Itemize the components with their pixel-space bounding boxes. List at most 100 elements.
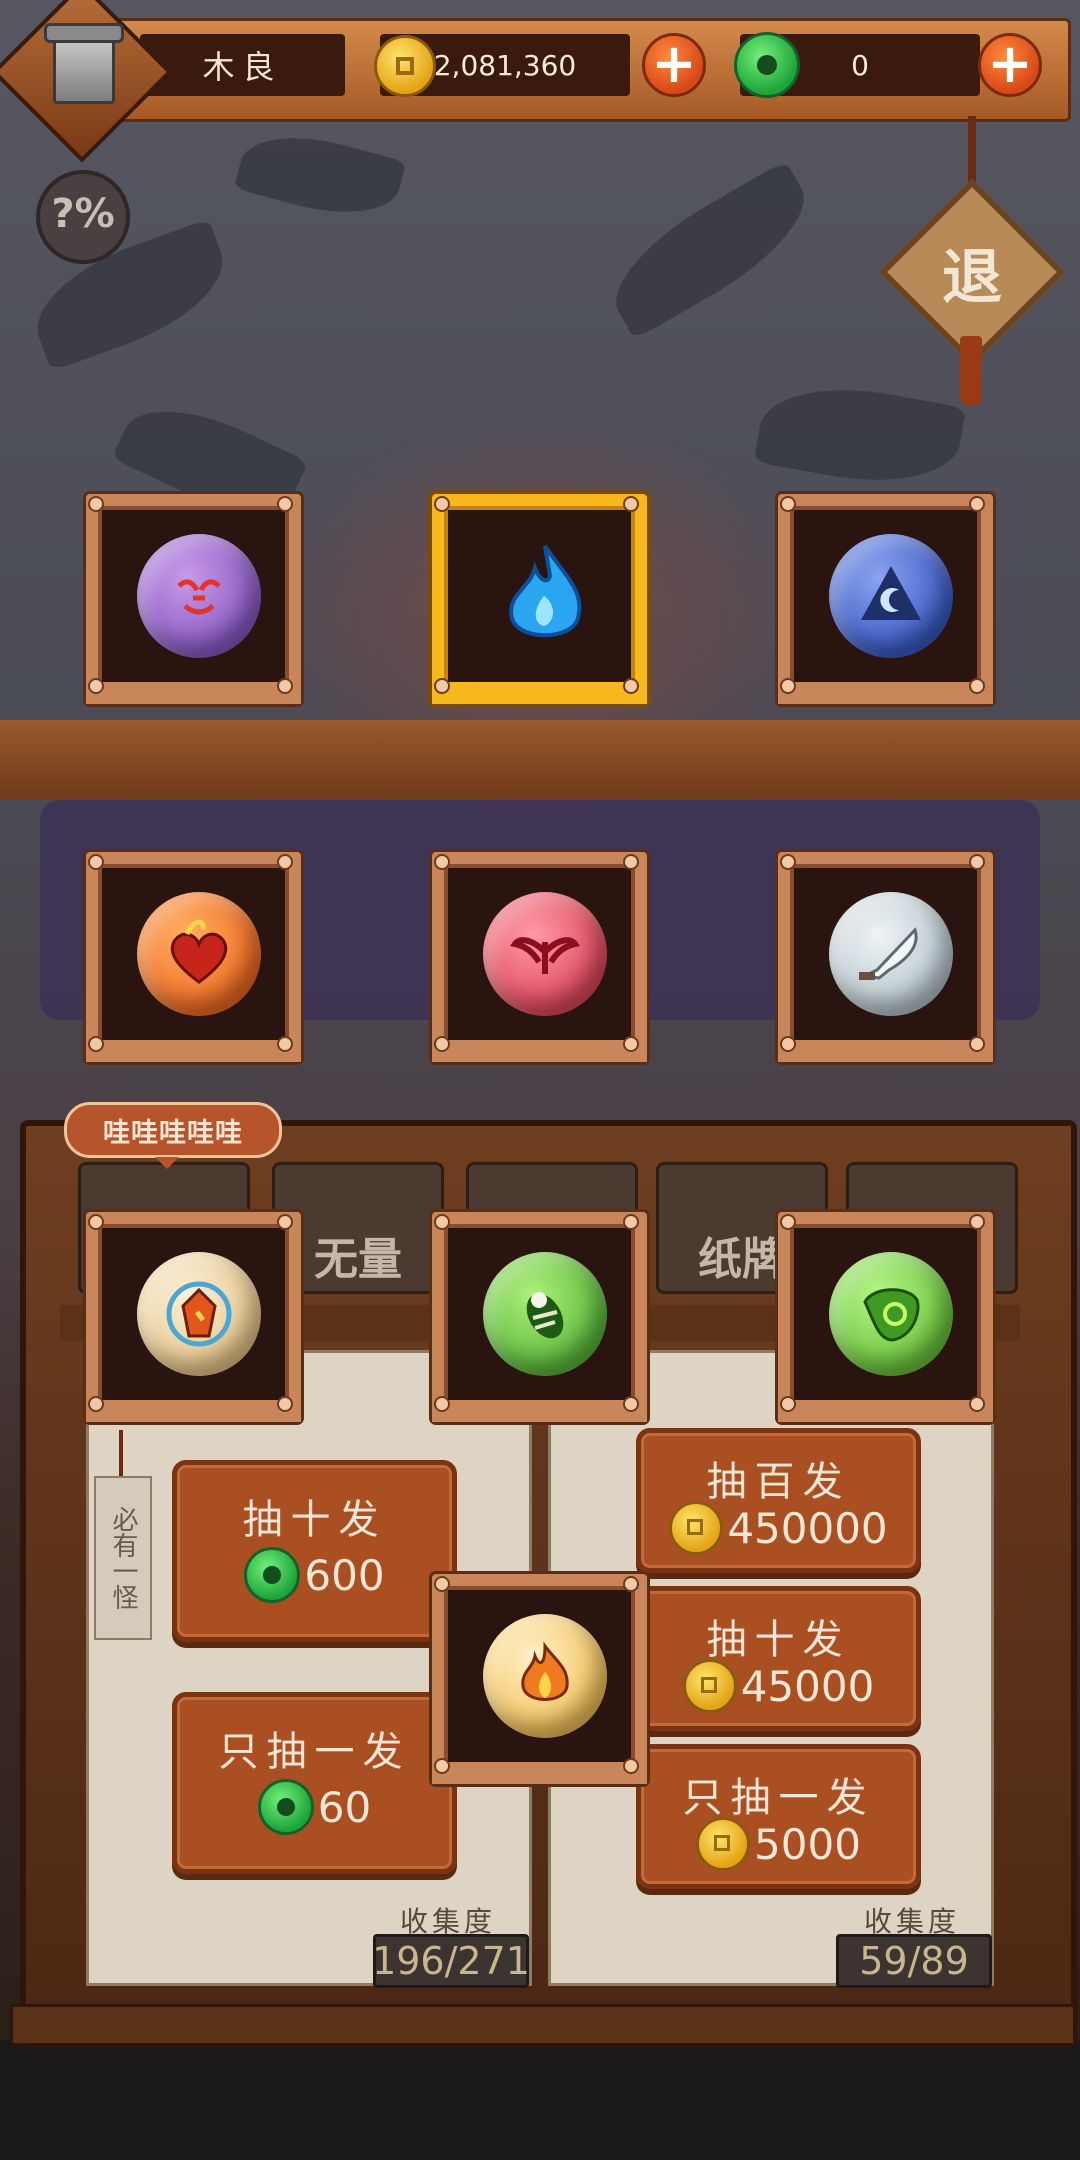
shop-counter — [0, 720, 1080, 800]
add-jade-button[interactable]: + — [978, 33, 1042, 97]
blue-moon-icon — [861, 566, 921, 620]
jade-coin-icon — [244, 1547, 301, 1603]
left-draw-one-button[interactable]: 只抽一发 60 — [172, 1692, 457, 1874]
right-collection-value: 59/89 — [836, 1934, 992, 1988]
amber-crystal-orb — [137, 1252, 261, 1376]
tag-string — [119, 1430, 123, 1480]
bolt-icon — [623, 854, 639, 870]
copper-coin-icon — [696, 1817, 751, 1871]
probability-button[interactable]: ?% — [36, 170, 130, 264]
bolt-icon — [623, 678, 639, 694]
bolt-icon — [88, 1036, 104, 1052]
slot-shelf — [778, 1400, 993, 1422]
reward-slot[interactable] — [778, 852, 993, 1062]
left-draw-one-price-row: 60 — [177, 1779, 452, 1835]
bolt-icon — [623, 1396, 639, 1412]
left-draw-ten-button[interactable]: 抽十发 600 — [172, 1460, 457, 1642]
bolt-icon — [623, 1036, 639, 1052]
amber-crystal-icon — [166, 1281, 232, 1347]
fire-heart-icon — [170, 919, 228, 984]
bolt-icon — [277, 854, 293, 870]
bolt-icon — [277, 1036, 293, 1052]
bolt-icon — [623, 1758, 639, 1774]
copper-coin-icon — [374, 35, 436, 97]
bolt-icon — [277, 1214, 293, 1230]
background-leaf — [753, 373, 967, 497]
blue-flame-icon — [509, 544, 582, 638]
green-beetle-icon — [526, 1292, 564, 1339]
right-draw-ten-price: 45000 — [740, 1661, 875, 1711]
bolt-icon — [434, 1214, 450, 1230]
bolt-icon — [434, 496, 450, 512]
bolt-icon — [88, 1214, 104, 1230]
bolt-icon — [434, 1396, 450, 1412]
side-tag: 必有一怪 — [94, 1476, 152, 1640]
bolt-icon — [434, 678, 450, 694]
golden-fire-icon — [521, 1641, 569, 1701]
copper-coin-icon — [682, 1659, 737, 1713]
bolt-icon — [969, 678, 985, 694]
slot-shelf — [86, 1040, 301, 1062]
slot-shelf — [432, 682, 647, 704]
green-slime-orb — [829, 1252, 953, 1376]
reward-slot[interactable] — [432, 852, 647, 1062]
bolt-icon — [623, 496, 639, 512]
right-draw-ten-button[interactable]: 抽十发 45000 — [636, 1586, 921, 1731]
green-slime-icon — [863, 1288, 920, 1342]
speech-bubble: 哇哇哇哇哇 — [64, 1102, 282, 1169]
reward-slot-selected[interactable] — [432, 494, 647, 704]
bolt-icon — [88, 854, 104, 870]
bolt-icon — [969, 854, 985, 870]
right-draw-one-price-row: 5000 — [641, 1817, 916, 1871]
bolt-icon — [780, 1396, 796, 1412]
bolt-icon — [277, 678, 293, 694]
bolt-icon — [780, 1214, 796, 1230]
left-collection-value: 196/271 — [372, 1934, 530, 1988]
reward-slot[interactable] — [778, 494, 993, 704]
right-draw-hundred-price: 450000 — [727, 1503, 888, 1553]
bolt-icon — [969, 1214, 985, 1230]
bolt-icon — [969, 1036, 985, 1052]
slot-shelf — [86, 1400, 301, 1422]
right-draw-hundred-button[interactable]: 抽百发 450000 — [636, 1428, 921, 1573]
reward-slot[interactable] — [778, 1212, 993, 1422]
reward-slot[interactable] — [432, 1574, 647, 1784]
background-leaf — [594, 160, 826, 340]
exit-label: 退 — [942, 242, 1002, 313]
fire-heart-orb — [137, 892, 261, 1016]
right-draw-one-button[interactable]: 只抽一发 5000 — [636, 1744, 921, 1889]
left-draw-ten-label: 抽十发 — [242, 1497, 387, 1543]
silver-blade-icon — [859, 927, 918, 980]
left-draw-ten-price: 600 — [304, 1550, 385, 1600]
bolt-icon — [88, 678, 104, 694]
silver-blade-orb — [829, 892, 953, 1016]
reward-slot[interactable] — [86, 1212, 301, 1422]
bolt-icon — [969, 496, 985, 512]
red-wings-orb — [483, 892, 607, 1016]
bolt-icon — [434, 854, 450, 870]
reward-slot[interactable] — [86, 852, 301, 1062]
reward-slot[interactable] — [432, 1212, 647, 1422]
green-beetle-orb — [483, 1252, 607, 1376]
bolt-icon — [434, 1576, 450, 1592]
reward-slot[interactable] — [86, 494, 301, 704]
lantern-icon — [44, 23, 124, 104]
right-draw-hundred-label: 抽百发 — [706, 1459, 851, 1505]
slot-shelf — [778, 682, 993, 704]
right-draw-one-label: 只抽一发 — [682, 1775, 875, 1821]
bolt-icon — [88, 1396, 104, 1412]
bolt-icon — [623, 1576, 639, 1592]
blue-flame-orb — [483, 534, 607, 658]
right-draw-ten-label: 抽十发 — [706, 1617, 851, 1663]
bottom-rail — [10, 2004, 1076, 2046]
slot-shelf — [432, 1040, 647, 1062]
add-coins-button[interactable]: + — [642, 33, 706, 97]
red-wings-icon — [510, 937, 580, 974]
bolt-icon — [969, 1396, 985, 1412]
slot-shelf — [86, 682, 301, 704]
left-draw-one-price: 60 — [317, 1782, 372, 1832]
purple-mask-orb — [137, 534, 261, 658]
avatar — [38, 18, 130, 122]
bolt-icon — [277, 496, 293, 512]
slot-shelf — [778, 1040, 993, 1062]
